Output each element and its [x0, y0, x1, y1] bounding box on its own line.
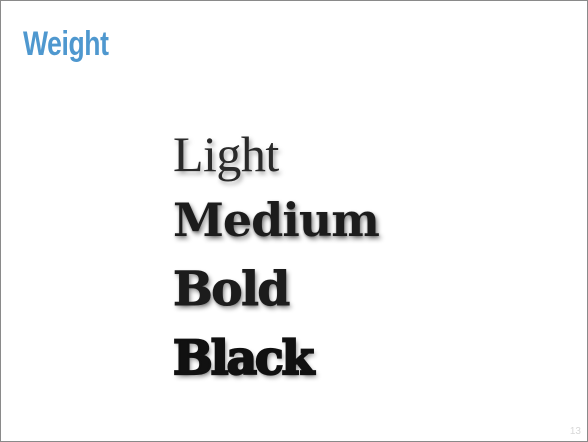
slide: Weight Light Medium Bold Black 13 — [0, 0, 588, 442]
weight-sample-black: Black — [172, 331, 315, 386]
weight-sample-medium: Medium — [173, 193, 380, 247]
page-number: 13 — [569, 426, 581, 437]
weight-sample-bold: Bold — [173, 262, 291, 317]
weight-sample-light: Light — [173, 126, 279, 182]
slide-title: Weight — [23, 25, 109, 63]
